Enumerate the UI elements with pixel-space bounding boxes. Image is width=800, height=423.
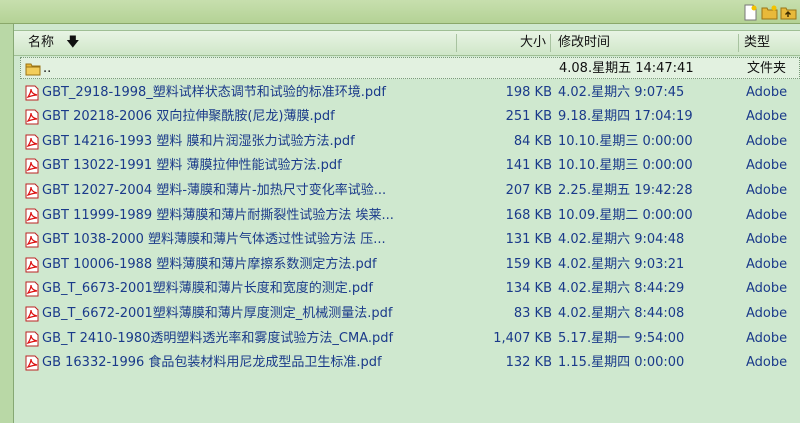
pdf-icon xyxy=(24,355,40,371)
pdf-icon xyxy=(24,208,40,224)
file-modified: 10.10.星期三 0:00:00 xyxy=(558,158,693,174)
file-name: GBT 14216-1993 塑料 膜和片润湿张力试验方法.pdf xyxy=(42,133,355,149)
file-modified: 2.25.星期五 19:42:28 xyxy=(558,183,693,198)
file-type: Adobe xyxy=(746,183,788,198)
file-name: GBT 20218-2006 双向拉伸聚酰胺(尼龙)薄膜.pdf xyxy=(42,109,335,125)
file-row[interactable]: GBT 13022-1991 塑料 薄膜拉伸性能试验方法.pdf 141 KB 10… xyxy=(20,155,800,177)
file-size: 207 KB xyxy=(505,183,552,198)
file-size: 134 KB xyxy=(505,281,552,297)
file-size: 84 KB xyxy=(513,133,552,149)
file-size: 168 KB xyxy=(505,207,552,223)
file-size xyxy=(457,58,553,80)
file-modified: 5.17.星期一 9:54:00 xyxy=(558,330,685,346)
file-row[interactable]: GB_T_6672-2001塑料薄膜和薄片厚度测定_机械测量法.pdf 83 KB… xyxy=(20,303,800,325)
column-name-label: 名称 xyxy=(28,35,55,50)
file-row[interactable]: GBT 10006-1988 塑料薄膜和薄片摩擦系数测定方法.pdf 159 KB… xyxy=(20,254,800,276)
file-name: GB_T 2410-1980透明塑料透光率和雾度试验方法_CMA.pdf xyxy=(42,330,394,346)
pdf-icon xyxy=(24,257,40,273)
file-name: GB_T_6672-2001塑料薄膜和薄片厚度测定_机械测量法.pdf xyxy=(42,306,393,321)
file-name: GBT 1038-2000 塑料薄膜和薄片气体透过性试验方法 压... xyxy=(42,232,386,248)
parent-folder-row[interactable]: .. 4.08.星期五 14:47:41 文件夹 xyxy=(20,57,800,79)
file-row[interactable]: GBT 1038-2000 塑料薄膜和薄片气体透过性试验方法 压... 131 K… xyxy=(20,229,800,251)
column-size[interactable]: 大小 xyxy=(456,31,546,55)
pdf-icon xyxy=(24,281,40,297)
file-modified: 10.10.星期三 0:00:00 xyxy=(558,133,693,149)
file-name: .. xyxy=(43,61,52,76)
file-type: Adobe xyxy=(746,306,788,321)
file-type: Adobe xyxy=(746,133,788,149)
file-row[interactable]: GBT 20218-2006 双向拉伸聚酰胺(尼龙)薄膜.pdf 251 KB 9.… xyxy=(20,106,800,128)
file-name: GBT 13022-1991 塑料 薄膜拉伸性能试验方法.pdf xyxy=(42,158,342,174)
folder-up-icon[interactable] xyxy=(779,3,797,20)
file-modified: 4.02.星期六 8:44:29 xyxy=(558,281,685,297)
file-modified: 4.08.星期五 14:47:41 xyxy=(559,61,694,76)
file-row[interactable]: GBT 12027-2004 塑料-薄膜和薄片-加热尺寸变化率试验... 207 … xyxy=(20,180,800,202)
file-row[interactable]: GB_T 2410-1980透明塑料透光率和雾度试验方法_CMA.pdf 1,40… xyxy=(20,328,800,350)
file-list: 名称 🡇 大小 修改时间 类型 .. 4.08.星期五 14:47:41 文件夹 GB… xyxy=(14,24,800,423)
pdf-icon xyxy=(24,109,40,125)
file-modified: 4.02.星期六 9:04:48 xyxy=(558,232,685,248)
left-panel-edge xyxy=(0,24,14,423)
column-type[interactable]: 类型 xyxy=(744,31,770,55)
pdf-icon xyxy=(24,158,40,174)
file-modified: 1.15.星期四 0:00:00 xyxy=(558,355,685,371)
file-modified: 9.18.星期四 17:04:19 xyxy=(558,109,693,125)
pdf-icon xyxy=(24,134,40,150)
pdf-icon xyxy=(24,306,40,322)
column-date[interactable]: 修改时间 xyxy=(558,31,610,55)
file-type: Adobe xyxy=(746,232,788,248)
file-modified: 4.02.星期六 9:03:21 xyxy=(558,256,685,272)
file-type: 文件夹 xyxy=(747,61,787,76)
pdf-icon xyxy=(24,331,40,347)
file-type: Adobe xyxy=(746,84,788,100)
file-size: 251 KB xyxy=(505,109,552,125)
file-name: GB_T_6673-2001塑料薄膜和薄片长度和宽度的测定.pdf xyxy=(42,281,374,297)
file-type: Adobe xyxy=(746,207,788,223)
pdf-icon xyxy=(24,232,40,248)
file-name: GB 16332-1996 食品包装材料用尼龙成型品卫生标准.pdf xyxy=(42,355,382,371)
file-size: 83 KB xyxy=(513,306,552,321)
sort-arrow-icon: 🡇 xyxy=(66,35,80,50)
file-type: Adobe xyxy=(746,281,788,297)
file-modified: 4.02.星期六 9:07:45 xyxy=(558,84,685,100)
file-size: 141 KB xyxy=(505,158,552,174)
file-size: 198 KB xyxy=(505,84,552,100)
file-name: GBT 10006-1988 塑料薄膜和薄片摩擦系数测定方法.pdf xyxy=(42,256,377,272)
new-folder-icon[interactable] xyxy=(760,3,778,20)
file-size: 159 KB xyxy=(505,256,552,272)
file-size: 1,407 KB xyxy=(493,330,552,346)
file-name: GBT_2918-1998_塑料试样状态调节和试验的标准环境.pdf xyxy=(42,84,387,100)
folder-icon xyxy=(25,61,41,77)
file-modified: 10.09.星期二 0:00:00 xyxy=(558,207,693,223)
file-row[interactable]: GBT_2918-1998_塑料试样状态调节和试验的标准环境.pdf 198 KB… xyxy=(20,82,800,104)
pdf-icon xyxy=(24,183,40,199)
column-header: 名称 🡇 大小 修改时间 类型 xyxy=(14,30,800,56)
new-file-icon[interactable] xyxy=(741,3,758,21)
file-row[interactable]: GB_T_6673-2001塑料薄膜和薄片长度和宽度的测定.pdf 134 KB 4… xyxy=(20,278,800,300)
toolbar xyxy=(0,0,800,24)
file-modified: 4.02.星期六 8:44:08 xyxy=(558,306,685,321)
pdf-icon xyxy=(24,85,40,101)
file-size: 131 KB xyxy=(505,232,552,248)
file-type: Adobe xyxy=(746,330,788,346)
file-type: Adobe xyxy=(746,256,788,272)
column-name[interactable]: 名称 🡇 xyxy=(28,31,80,55)
file-row[interactable]: GBT 14216-1993 塑料 膜和片润湿张力试验方法.pdf 84 KB 10… xyxy=(20,131,800,153)
file-row[interactable]: GB 16332-1996 食品包装材料用尼龙成型品卫生标准.pdf 132 KB… xyxy=(20,352,800,374)
file-row[interactable]: GBT 11999-1989 塑料薄膜和薄片耐撕裂性试验方法 埃莱... 168 … xyxy=(20,205,800,227)
file-name: GBT 12027-2004 塑料-薄膜和薄片-加热尺寸变化率试验... xyxy=(42,183,387,198)
file-name: GBT 11999-1989 塑料薄膜和薄片耐撕裂性试验方法 埃莱... xyxy=(42,207,394,223)
file-size: 132 KB xyxy=(505,355,552,371)
file-type: Adobe xyxy=(746,355,788,371)
file-type: Adobe xyxy=(746,109,788,125)
file-type: Adobe xyxy=(746,158,788,174)
